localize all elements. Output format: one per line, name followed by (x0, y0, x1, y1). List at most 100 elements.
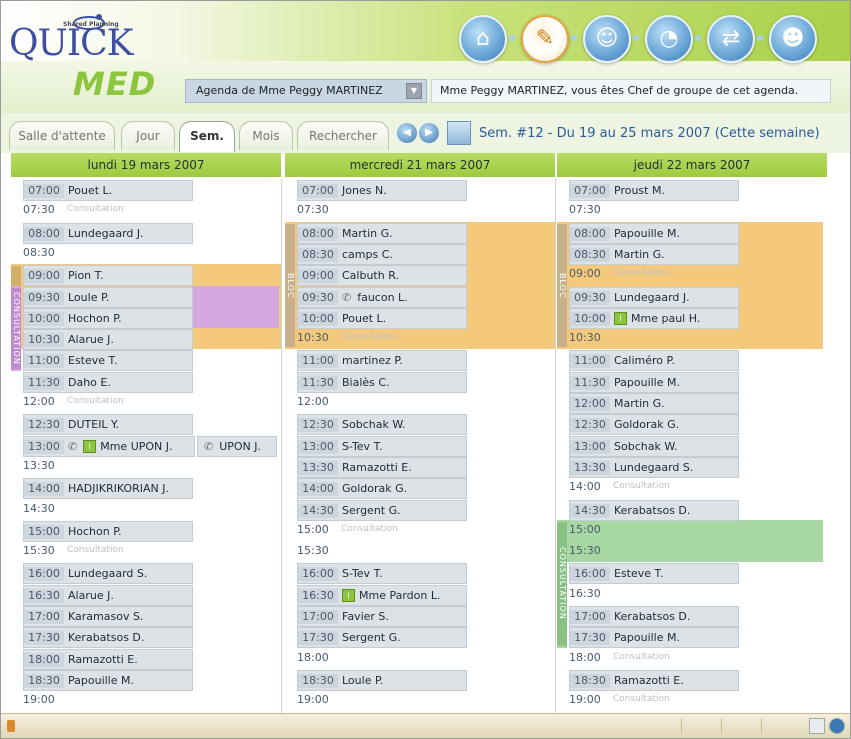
appointment[interactable]: 17:30 Kerabatsos D. (23, 627, 193, 649)
time-slot[interactable]: 07:30 (557, 200, 827, 221)
time-slot[interactable]: 14:30 (11, 499, 281, 520)
appointment-time: 17:00 (570, 610, 610, 624)
appointment[interactable]: ✆ UPON J. (197, 435, 277, 457)
time-slot[interactable]: 15:00 Consultation (285, 520, 555, 541)
time-slot[interactable]: 13:30 (11, 456, 281, 477)
time-slot[interactable]: 18:00 Consultation (557, 648, 827, 669)
appointment[interactable]: 08:30 Martin G. (569, 243, 739, 265)
appointment[interactable]: 11:00 Caliméro P. (569, 350, 739, 372)
next-week-icon[interactable]: ▶ (419, 123, 439, 143)
appointment[interactable]: 16:30 i Mme Pardon L. (297, 584, 467, 606)
appointment[interactable]: 12:00 Martin G. (569, 393, 739, 414)
appointment[interactable]: 08:00 Martin G. (297, 222, 467, 244)
time-slot[interactable]: 09:00 Consultation (557, 264, 827, 285)
appointment[interactable]: 17:00 Favier S. (297, 606, 467, 627)
appointment[interactable]: 14:30 Kerabatsos D. (569, 499, 739, 521)
tab-salle-attente[interactable]: Salle d'attente (9, 121, 115, 150)
appointment[interactable]: 14:00 HADJIKRIKORIAN J. (23, 478, 193, 500)
appointment[interactable]: 11:30 Papouille M. (569, 371, 739, 393)
appointment[interactable]: 09:30 ✆ faucon L. (297, 286, 467, 308)
appointment[interactable]: 13:00 Sobchak W. (569, 435, 739, 457)
appointment[interactable]: 11:30 Daho E. (23, 371, 193, 393)
appointment[interactable]: 07:00 Proust M. (569, 180, 739, 201)
appointment[interactable]: 13:30 Lundegaard S. (569, 456, 739, 478)
appointment[interactable]: 07:00 Pouet L. (23, 180, 193, 201)
appointment[interactable]: 18:30 Loule P. (297, 669, 467, 691)
tab-sem[interactable]: Sem. (179, 121, 235, 152)
time-slot[interactable]: 07:30 (285, 200, 555, 221)
appointment[interactable]: 17:00 Kerabatsos D. (569, 606, 739, 627)
day-header[interactable]: jeudi 22 mars 2007 (557, 153, 828, 177)
appointment[interactable]: 16:30 Alarue J. (23, 584, 193, 606)
appointment[interactable]: 14:00 Goldorak G. (297, 478, 467, 500)
appointment[interactable]: 15:00 Hochon P. (23, 520, 193, 542)
appointment[interactable]: 13:00 ✆ i Mme UPON J. (23, 435, 195, 457)
prev-week-icon[interactable]: ◀ (397, 123, 417, 143)
appointment[interactable]: 17:00 Karamasov S. (23, 606, 193, 627)
appointment[interactable]: 11:30 Bialès C. (297, 371, 467, 393)
time-slot[interactable]: 10:30 (557, 328, 827, 349)
chevron-down-icon[interactable]: ▼ (406, 83, 422, 99)
agenda-select[interactable]: Agenda de Mme Peggy MARTINEZ ▼ (185, 79, 427, 103)
appointment[interactable]: 18:00 Ramazotti E. (23, 648, 193, 670)
clock-icon[interactable]: ◔ (645, 15, 693, 63)
appointment[interactable]: 14:30 Sergent G. (297, 499, 467, 521)
appointment[interactable]: 09:30 Lundegaard J. (569, 286, 739, 308)
time-slot[interactable]: 19:00 (285, 690, 555, 711)
clipboard-icon[interactable]: ✎ (521, 15, 569, 63)
tab-jour[interactable]: Jour (121, 121, 175, 150)
appointment[interactable]: 11:00 martinez P. (297, 350, 467, 372)
time-slot[interactable]: 18:00 (285, 648, 555, 669)
appointment[interactable]: 10:00 Hochon P. (23, 307, 193, 329)
phone-icon: ✆ (204, 439, 214, 453)
time-slot[interactable]: 16:30 (557, 584, 827, 605)
time-slot[interactable]: 15:30 (285, 541, 555, 562)
group-icon[interactable]: ☺ (583, 15, 631, 63)
appointment[interactable]: 13:00 S-Tev T. (297, 435, 467, 457)
appointment[interactable]: 17:30 Papouille M. (569, 627, 739, 649)
appointment[interactable]: 16:00 Lundegaard S. (23, 563, 193, 585)
appointment[interactable]: 09:00 Calbuth R. (297, 265, 467, 287)
time-slot[interactable]: 19:00 Consultation (557, 690, 827, 711)
appointment[interactable]: 11:00 Esteve T. (23, 350, 193, 372)
appointment[interactable]: 09:30 Loule P. (23, 286, 193, 308)
appointment-time: 09:30 (298, 290, 338, 305)
tab-mois[interactable]: Mois (239, 121, 293, 150)
appointment[interactable]: 13:30 Ramazotti E. (297, 456, 467, 478)
page-icon[interactable] (809, 718, 825, 734)
time-slot[interactable]: 14:00 Consultation (557, 477, 827, 498)
appointment[interactable]: 17:30 Sergent G. (297, 627, 467, 649)
appointment[interactable]: 10:00 Pouet L. (297, 307, 467, 329)
appointment[interactable]: 12:30 DUTEIL Y. (23, 414, 193, 436)
time-slot[interactable]: 12:00 Consultation (11, 392, 281, 413)
time-slot[interactable]: 15:00 (557, 520, 827, 541)
day-header[interactable]: mercredi 21 mars 2007 (285, 153, 556, 177)
appointment[interactable]: 08:00 Lundegaard J. (23, 222, 193, 244)
appointment[interactable]: 10:00 i Mme paul H. (569, 307, 739, 329)
appointment[interactable]: 10:30 Alarue J. (23, 329, 193, 351)
time-slot[interactable]: 07:30 Consultation (11, 200, 281, 221)
time-slot[interactable]: 12:00 (285, 392, 555, 413)
calendar-icon[interactable] (447, 121, 471, 145)
time-slot[interactable]: 15:30 Consultation (11, 541, 281, 562)
doctor-icon[interactable]: ☻ (769, 15, 817, 63)
time-slot[interactable]: 15:30 (557, 541, 827, 562)
appointment[interactable]: 08:00 Papouille M. (569, 222, 739, 244)
appointment[interactable]: 16:00 Esteve T. (569, 563, 739, 585)
globe-icon[interactable] (829, 718, 845, 734)
appointment[interactable]: 12:30 Goldorak G. (569, 414, 739, 436)
handshake-icon[interactable]: ⇄ (707, 15, 755, 63)
day-header[interactable]: lundi 19 mars 2007 (11, 153, 282, 177)
appointment[interactable]: 12:30 Sobchak W. (297, 414, 467, 436)
time-slot[interactable]: 08:30 (11, 243, 281, 264)
time-slot[interactable]: 10:30 Consultation (285, 328, 555, 349)
appointment[interactable]: 07:00 Jones N. (297, 180, 467, 201)
time-slot[interactable]: 19:00 (11, 690, 281, 711)
appointment[interactable]: 18:30 Papouille M. (23, 669, 193, 691)
appointment[interactable]: 16:00 S-Tev T. (297, 563, 467, 585)
appointment[interactable]: 18:30 Ramazotti E. (569, 669, 739, 691)
home-icon[interactable]: ⌂ (459, 15, 507, 63)
appointment[interactable]: 09:00 Pion T. (23, 265, 193, 287)
appointment[interactable]: 08:30 camps C. (297, 243, 467, 265)
tab-rechercher[interactable]: Rechercher (297, 121, 389, 150)
